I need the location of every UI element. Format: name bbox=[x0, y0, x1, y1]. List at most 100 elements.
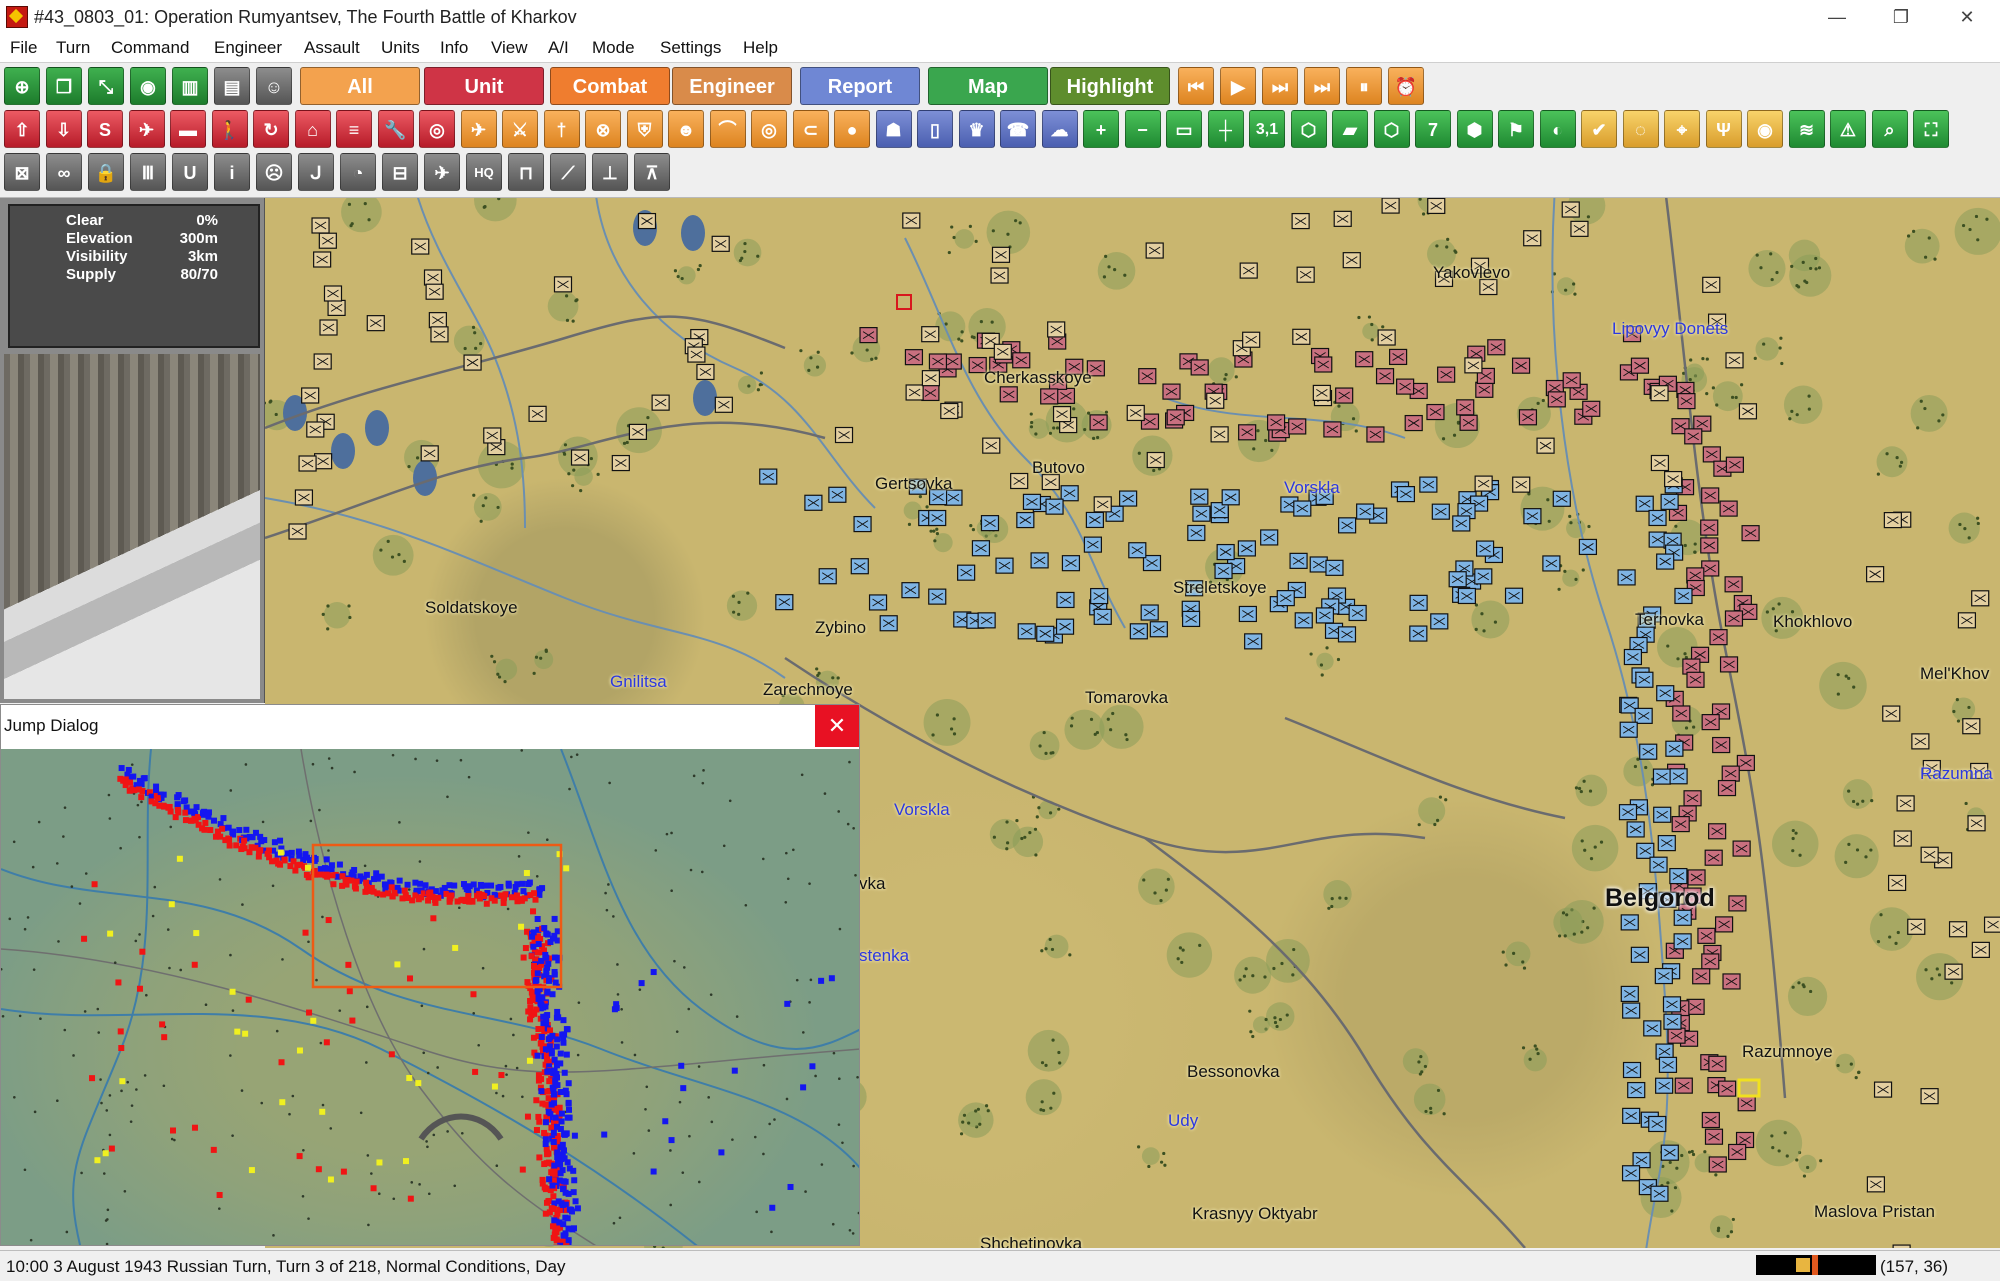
tri-tree-icon[interactable]: ⊼ bbox=[634, 153, 670, 191]
jump-dialog-close-button[interactable]: ✕ bbox=[815, 705, 859, 747]
info-icon[interactable]: i bbox=[214, 153, 250, 191]
alarm-icon[interactable]: ⏰ bbox=[1388, 67, 1424, 105]
swords-icon[interactable]: ⚔ bbox=[502, 110, 538, 148]
menu-info[interactable]: Info bbox=[440, 34, 468, 62]
plus-icon[interactable]: + bbox=[1083, 110, 1119, 148]
walking-man-icon[interactable]: 🚶 bbox=[212, 110, 248, 148]
target-icon[interactable]: ⊕ bbox=[4, 67, 40, 105]
ring-icon[interactable]: ◎ bbox=[751, 110, 787, 148]
menu-ai[interactable]: A/I bbox=[548, 34, 569, 62]
frown-icon[interactable]: ☹ bbox=[256, 153, 292, 191]
shield-icon[interactable]: ⛨ bbox=[627, 110, 663, 148]
menu-command[interactable]: Command bbox=[111, 34, 189, 62]
minus-box-icon[interactable]: ⊟ bbox=[382, 153, 418, 191]
terrain-icon[interactable]: ▰ bbox=[1332, 110, 1368, 148]
lock-icon[interactable]: 🔒 bbox=[88, 153, 124, 191]
antenna-icon[interactable]: Ψ bbox=[1706, 110, 1742, 148]
monitor-icon[interactable]: ▭ bbox=[1166, 110, 1202, 148]
door-icon[interactable]: ⌂ bbox=[295, 110, 331, 148]
face-icon[interactable]: ☻ bbox=[668, 110, 704, 148]
menu-help[interactable]: Help bbox=[743, 34, 778, 62]
check-wing-icon[interactable]: ✔ bbox=[1581, 110, 1617, 148]
people-icon[interactable]: ☗ bbox=[876, 110, 912, 148]
hex-20-icon[interactable]: ⬡ bbox=[1374, 110, 1410, 148]
mode-tab-highlight[interactable]: Highlight bbox=[1050, 67, 1170, 105]
plane-up-icon[interactable]: ✈ bbox=[129, 110, 165, 148]
warning-icon[interactable]: ⚠ bbox=[1830, 110, 1866, 148]
angle-icon[interactable]: ⟋ bbox=[550, 153, 586, 191]
plane-down-icon[interactable]: ✈ bbox=[424, 153, 460, 191]
windows-icon[interactable]: ❐ bbox=[46, 67, 82, 105]
fullscreen-icon[interactable]: ⛶ bbox=[1913, 110, 1949, 148]
portrait-icon[interactable]: ☺ bbox=[256, 67, 292, 105]
flag-icon[interactable]: ⚑ bbox=[1498, 110, 1534, 148]
cloud-icon[interactable]: ☁ bbox=[1042, 110, 1078, 148]
mode-tab-combat[interactable]: Combat bbox=[550, 67, 670, 105]
box-x-icon[interactable]: ⊠ bbox=[4, 153, 40, 191]
hq-icon[interactable]: HQ bbox=[466, 153, 502, 191]
pause-icon[interactable]: ⏸ bbox=[1346, 67, 1382, 105]
eye-icon[interactable]: ◉ bbox=[130, 67, 166, 105]
rotate-icon[interactable]: ↻ bbox=[253, 110, 289, 148]
u-icon[interactable]: U bbox=[172, 153, 208, 191]
menu-view[interactable]: View bbox=[491, 34, 528, 62]
tree-icon[interactable]: ⊥ bbox=[592, 153, 628, 191]
book-icon[interactable]: ▯ bbox=[917, 110, 953, 148]
minimize-button[interactable]: — bbox=[1814, 0, 1860, 34]
download-icon[interactable]: ⇩ bbox=[46, 110, 82, 148]
dot-ring-icon[interactable]: ◉ bbox=[1747, 110, 1783, 148]
crosshair-2-icon[interactable]: ⌖ bbox=[1664, 110, 1700, 148]
menu-engineer[interactable]: Engineer bbox=[214, 34, 282, 62]
binoculars-icon[interactable]: ◎ bbox=[419, 110, 455, 148]
menu-mode[interactable]: Mode bbox=[592, 34, 635, 62]
jump-overview-map[interactable] bbox=[1, 749, 859, 1245]
menu-file[interactable]: File bbox=[10, 34, 37, 62]
signpost-icon[interactable]: ┼ bbox=[1208, 110, 1244, 148]
close-window-button[interactable]: ✕ bbox=[1944, 0, 1990, 34]
plane-icon[interactable]: ✈ bbox=[461, 110, 497, 148]
layers-icon[interactable]: ≋ bbox=[1789, 110, 1825, 148]
mode-tab-engineer[interactable]: Engineer bbox=[672, 67, 792, 105]
menu-assault[interactable]: Assault bbox=[304, 34, 360, 62]
contrast-icon[interactable]: ◐ bbox=[1540, 110, 1576, 148]
minus-icon[interactable]: − bbox=[1125, 110, 1161, 148]
map-book-icon[interactable]: ▥ bbox=[172, 67, 208, 105]
mode-tab-unit[interactable]: Unit bbox=[424, 67, 544, 105]
hex-33-icon[interactable]: ⬡ bbox=[1291, 110, 1327, 148]
card-icon[interactable]: ▤ bbox=[214, 67, 250, 105]
coin-icon[interactable]: ◌ bbox=[1623, 110, 1659, 148]
list-icon[interactable]: ≡ bbox=[336, 110, 372, 148]
play-icon[interactable]: ▶ bbox=[1220, 67, 1256, 105]
arc-icon[interactable]: ⌒ bbox=[710, 110, 746, 148]
menu-settings[interactable]: Settings bbox=[660, 34, 721, 62]
hexagon-icon[interactable]: ⬢ bbox=[1457, 110, 1493, 148]
trophy-icon[interactable]: ♛ bbox=[959, 110, 995, 148]
menu-units[interactable]: Units bbox=[381, 34, 420, 62]
seven-icon[interactable]: 7 bbox=[1415, 110, 1451, 148]
menu-turn[interactable]: Turn bbox=[56, 34, 90, 62]
upload-icon[interactable]: ⇧ bbox=[4, 110, 40, 148]
bread-icon[interactable]: ⊂ bbox=[793, 110, 829, 148]
mini-overview-strip[interactable] bbox=[1756, 1255, 1876, 1275]
sword-icon[interactable]: † bbox=[544, 110, 580, 148]
pie-icon[interactable]: ◔ bbox=[340, 153, 376, 191]
grenade-icon[interactable]: ● bbox=[834, 110, 870, 148]
mode-tab-report[interactable]: Report bbox=[800, 67, 920, 105]
bracket-icon[interactable]: ⊓ bbox=[508, 153, 544, 191]
arm-icon[interactable]: ᒍ bbox=[298, 153, 334, 191]
resize-icon[interactable]: ⤡ bbox=[88, 67, 124, 105]
s-box-icon[interactable]: S bbox=[87, 110, 123, 148]
skip-end-icon[interactable]: ⏭ bbox=[1304, 67, 1340, 105]
fast-forward-icon[interactable]: ⏭ bbox=[1262, 67, 1298, 105]
tank-icon[interactable]: ▬ bbox=[170, 110, 206, 148]
link-icon[interactable]: ∞ bbox=[46, 153, 82, 191]
restore-button[interactable]: ❐ bbox=[1878, 0, 1924, 34]
ammo-icon[interactable]: Ⅲ bbox=[130, 153, 166, 191]
mode-tab-all[interactable]: All bbox=[300, 67, 420, 105]
mode-tab-map[interactable]: Map bbox=[928, 67, 1048, 105]
jump-dialog-titlebar[interactable]: Jump Dialog ✕ bbox=[1, 705, 859, 747]
rewind-icon[interactable]: ⏮ bbox=[1178, 67, 1214, 105]
magnifier-icon[interactable]: ⌕ bbox=[1872, 110, 1908, 148]
hex-icon[interactable]: 3,1 bbox=[1249, 110, 1285, 148]
phone-icon[interactable]: ☎ bbox=[1000, 110, 1036, 148]
